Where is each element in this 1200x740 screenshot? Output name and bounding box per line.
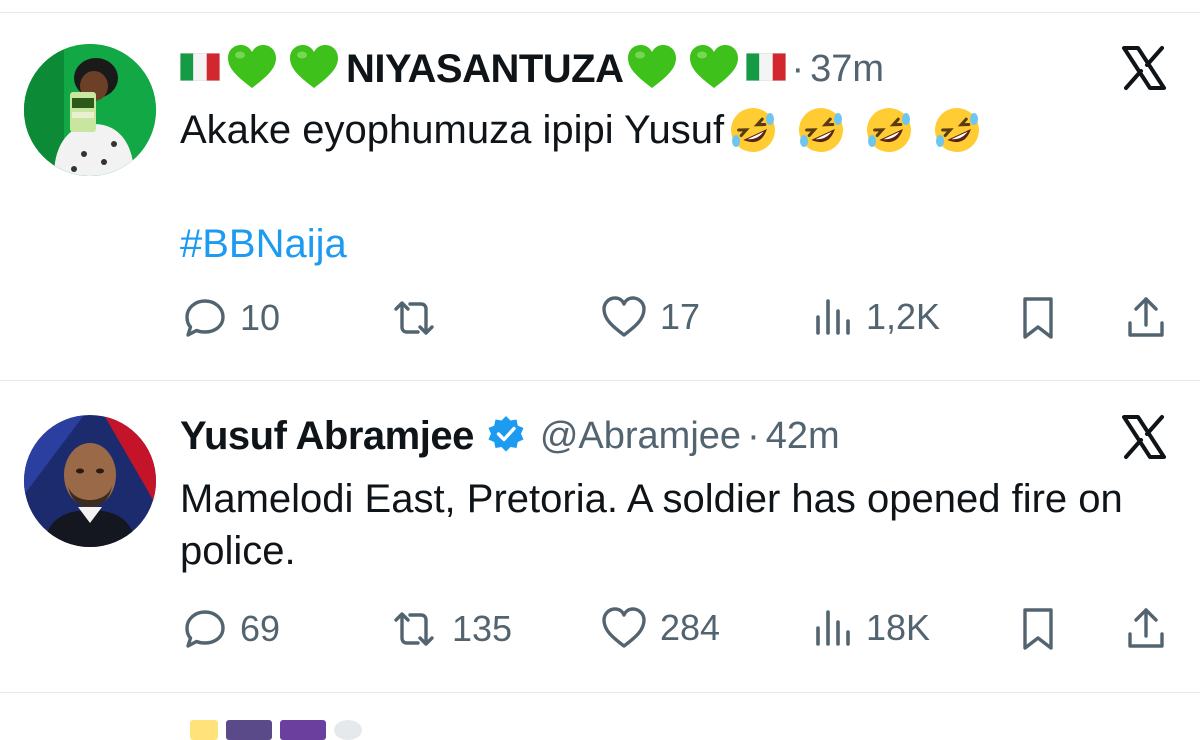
tweet-2[interactable]: Yusuf Abramjee @Abramjee · 42m Mamelodi …: [0, 381, 1200, 691]
display-name[interactable]: NIYASANTUZA: [346, 47, 624, 92]
share-button[interactable]: [1124, 606, 1168, 652]
action-bar: 10 17 1,2K: [0, 295, 1200, 345]
like-count: 284: [660, 607, 721, 648]
separator-dot: ·: [791, 47, 805, 90]
hashtag-link[interactable]: #BBNaija: [180, 222, 347, 267]
peek-emoji: [190, 720, 218, 740]
reply-icon: [182, 295, 228, 341]
tweet-text: Akake eyophumuza ipipi Yusuf: [180, 104, 1180, 156]
user-handle[interactable]: @Abramjee: [540, 415, 741, 458]
next-tweet-peek: [190, 720, 362, 740]
like-button[interactable]: 17: [600, 295, 700, 339]
views-count: 1,2K: [866, 296, 941, 337]
reply-button[interactable]: 10: [182, 295, 280, 341]
avatar[interactable]: [24, 44, 156, 176]
green-heart-icon: [626, 44, 678, 95]
rofl-emoji-icon: [728, 105, 982, 155]
repost-button[interactable]: 135: [388, 606, 512, 652]
bookmark-icon: [1018, 295, 1058, 341]
like-count: 17: [660, 296, 701, 337]
reply-icon: [182, 606, 228, 652]
green-heart-icon: [288, 44, 340, 95]
tweet-header: NIYASANTUZA · 37m: [179, 44, 884, 95]
reply-count: 10: [240, 297, 281, 338]
tweet-1[interactable]: NIYASANTUZA · 37m Akake eyophumuza ipipi…: [0, 0, 1200, 380]
display-name[interactable]: Yusuf Abramjee: [180, 414, 474, 459]
avatar[interactable]: [24, 415, 156, 547]
like-icon: [600, 295, 648, 339]
tweet-divider: [0, 692, 1200, 693]
italy-flag-icon: [745, 52, 786, 86]
green-heart-icon: [226, 44, 278, 95]
repost-icon: [388, 606, 440, 652]
share-icon: [1124, 606, 1168, 652]
bookmark-button[interactable]: [1018, 606, 1058, 652]
repost-count: 135: [452, 608, 513, 649]
peek-image: [280, 720, 326, 740]
timestamp[interactable]: 37m: [810, 48, 884, 91]
tweet-text-content: Akake eyophumuza ipipi Yusuf: [180, 108, 725, 152]
views-icon: [812, 606, 854, 650]
repost-button[interactable]: [388, 295, 452, 341]
repost-icon: [388, 295, 440, 341]
bookmark-button[interactable]: [1018, 295, 1058, 341]
reply-button[interactable]: 69: [182, 606, 280, 652]
tweet-header: Yusuf Abramjee @Abramjee · 42m: [180, 411, 840, 461]
views-button[interactable]: 1,2K: [812, 295, 940, 339]
views-button[interactable]: 18K: [812, 606, 930, 650]
tweet-text: Mamelodi East, Pretoria. A soldier has o…: [180, 477, 1123, 573]
bookmark-icon: [1018, 606, 1058, 652]
share-button[interactable]: [1124, 295, 1168, 341]
separator-dot: ·: [747, 414, 760, 457]
action-bar: 69 135 284 18K: [0, 606, 1200, 656]
timestamp[interactable]: 42m: [766, 415, 840, 458]
like-button[interactable]: 284: [600, 606, 720, 650]
green-heart-icon: [688, 44, 740, 95]
share-icon: [1124, 295, 1168, 341]
views-icon: [812, 295, 854, 339]
like-icon: [600, 606, 648, 650]
peek-emoji: [334, 720, 362, 740]
peek-image: [226, 720, 272, 740]
reply-count: 69: [240, 608, 281, 649]
x-logo-icon: [1120, 44, 1168, 92]
x-logo-icon: [1120, 413, 1168, 461]
italy-flag-icon: [179, 52, 221, 86]
views-count: 18K: [866, 607, 931, 648]
verified-badge-icon: [486, 414, 526, 459]
